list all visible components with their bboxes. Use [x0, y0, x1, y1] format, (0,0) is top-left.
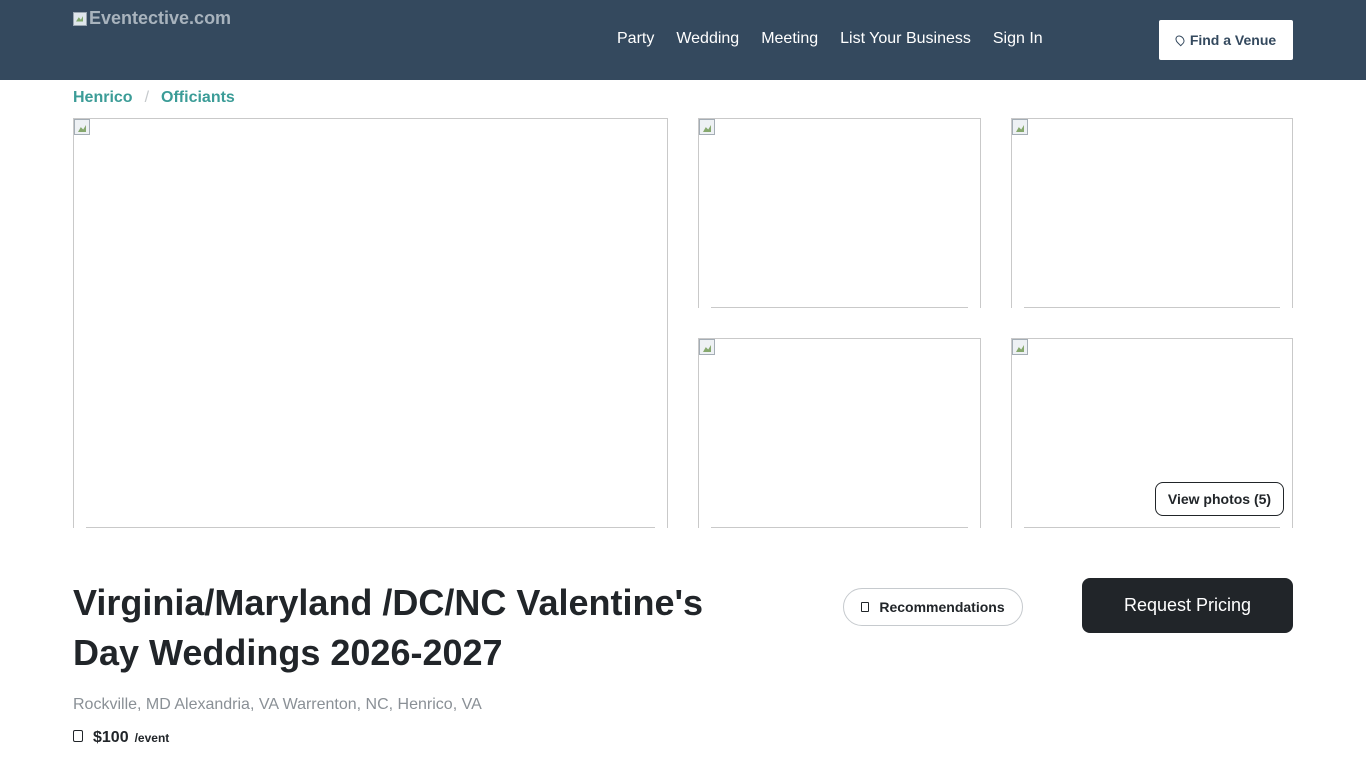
gallery-photo-1[interactable]: [698, 118, 981, 308]
gallery-main-photo[interactable]: [73, 118, 668, 528]
recommendations-button[interactable]: Recommendations: [843, 588, 1023, 626]
broken-image-icon: [699, 119, 715, 135]
breadcrumb-officiants[interactable]: Officiants: [161, 89, 235, 107]
main-nav: Party Wedding Meeting List Your Business…: [617, 30, 1065, 48]
nav-link-wedding[interactable]: Wedding: [676, 30, 739, 48]
photo-divider: [1024, 527, 1280, 528]
broken-image-icon: [73, 11, 87, 26]
nav-link-list-your-business[interactable]: List Your Business: [840, 30, 971, 48]
breadcrumb: Henrico / Officiants: [73, 89, 235, 107]
listing-location: Rockville, MD Alexandria, VA Warrenton, …: [73, 696, 482, 713]
site-header: Eventective.com Party Wedding Meeting Li…: [0, 0, 1366, 80]
breadcrumb-separator: /: [144, 89, 150, 106]
photo-divider: [1024, 307, 1280, 308]
photo-divider: [711, 307, 968, 308]
gallery-photo-3[interactable]: [698, 338, 981, 528]
nav-link-meeting[interactable]: Meeting: [761, 30, 818, 48]
recommendations-label: Recommendations: [879, 599, 1005, 615]
request-pricing-button[interactable]: Request Pricing: [1082, 578, 1293, 633]
find-a-venue-button[interactable]: Find a Venue: [1159, 20, 1293, 60]
photo-divider: [86, 527, 655, 528]
photo-divider: [711, 527, 968, 528]
price-amount: $100: [93, 729, 129, 746]
find-a-venue-label: Find a Venue: [1189, 32, 1277, 48]
broken-image-icon: [1012, 119, 1028, 135]
broken-image-icon: [74, 119, 90, 135]
nav-link-party[interactable]: Party: [617, 30, 654, 48]
map-marker-icon: [1173, 33, 1187, 47]
gallery-photo-2[interactable]: [1011, 118, 1293, 308]
logo-alt-text: Eventective.com: [89, 8, 232, 28]
listing-title: Virginia/Maryland /DC/NC Valentine's Day…: [73, 582, 704, 673]
bookmark-icon: [861, 602, 870, 612]
broken-image-icon: [1012, 339, 1028, 355]
nav-link-sign-in[interactable]: Sign In: [993, 30, 1043, 48]
broken-image-icon: [699, 339, 715, 355]
listing-price: $100 /event: [73, 729, 169, 747]
breadcrumb-henrico[interactable]: Henrico: [73, 89, 133, 107]
view-photos-button[interactable]: View photos (5): [1155, 482, 1284, 516]
site-logo[interactable]: Eventective.com: [73, 8, 231, 29]
price-unit: /event: [134, 731, 170, 745]
price-tag-icon: [73, 730, 83, 742]
